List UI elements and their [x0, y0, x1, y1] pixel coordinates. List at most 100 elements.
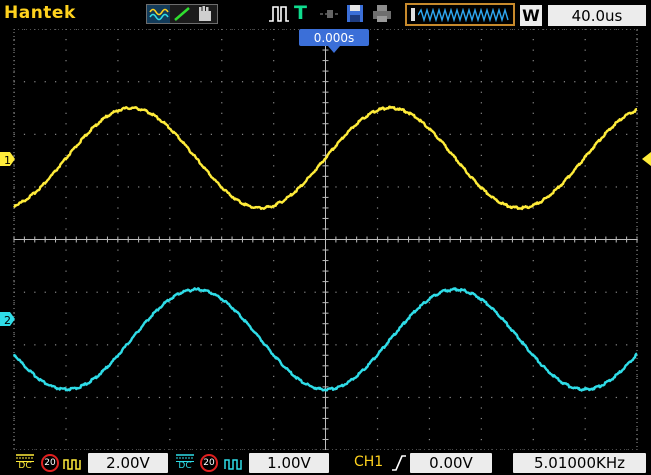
status-bar: DC 20 2.00V DC 20 1.00V CH1 0.00V 5.0100…	[0, 450, 651, 475]
grid-dot	[459, 396, 462, 399]
grid-dot	[428, 417, 431, 420]
grid-dot	[532, 91, 534, 93]
save-icon[interactable]	[346, 4, 364, 24]
grid-dot	[397, 344, 399, 346]
grid-dot	[273, 407, 275, 409]
grid-dot	[428, 228, 431, 230]
memory-window-indicator[interactable]	[411, 8, 415, 21]
grid-dot	[55, 186, 57, 188]
grid-dot	[584, 91, 586, 93]
grid-dot	[532, 417, 534, 420]
ch2-ground-marker[interactable]: 2	[0, 312, 15, 327]
ch1-volts-per-div[interactable]: 2.00V	[88, 453, 168, 473]
grid-dot	[397, 81, 399, 83]
grid-dot	[480, 354, 482, 356]
grid-dot	[408, 344, 410, 346]
grid-dot	[210, 396, 212, 399]
acquisition-mode-group[interactable]	[146, 4, 218, 24]
grid-dot	[408, 133, 410, 135]
grid-dot	[428, 154, 431, 156]
grid-dot	[532, 207, 534, 209]
grid-dot	[65, 49, 67, 51]
trigger-status-indicator: T	[294, 2, 307, 24]
grid-dot	[376, 291, 379, 293]
grid-dot	[428, 144, 431, 146]
grid-dot	[117, 112, 119, 114]
trigger-source[interactable]: CH1	[354, 454, 383, 470]
grid-dot	[428, 281, 431, 283]
grid-dot	[55, 291, 57, 293]
grid-dot	[594, 133, 597, 135]
grid-dot	[335, 396, 337, 399]
grid-dot	[221, 49, 223, 51]
ch1-bandwidth-limit-icon[interactable]: 20	[41, 454, 59, 472]
line-icon[interactable]	[170, 5, 193, 23]
grid-dot	[293, 291, 296, 293]
grid-dot	[44, 133, 46, 135]
grid-dot	[65, 428, 67, 430]
grid-dot	[65, 60, 67, 62]
grid-dot	[345, 396, 347, 399]
grid-dot	[480, 49, 482, 51]
print-icon[interactable]	[372, 4, 392, 24]
grid-dot	[584, 323, 586, 325]
grid-dot	[543, 291, 545, 293]
memory-depth-badge[interactable]: W	[520, 5, 542, 26]
ch2-probe-icon[interactable]	[224, 456, 244, 470]
trigger-position-label[interactable]: 0.000s	[299, 29, 369, 46]
grid-dot	[96, 396, 98, 399]
grid-dot	[387, 133, 389, 135]
grid-dot	[532, 165, 534, 167]
grid-dot	[65, 186, 67, 188]
grid-dot	[241, 186, 244, 188]
grid-dot	[169, 102, 171, 104]
trigger-level-marker[interactable]	[642, 152, 651, 166]
ch2-coupling-indicator[interactable]: DC	[176, 454, 194, 471]
grid-dot	[522, 81, 524, 83]
grid-dot	[65, 354, 67, 356]
grid-dot	[221, 344, 223, 346]
grid-dot	[574, 396, 576, 399]
memory-position-bar[interactable]	[405, 3, 515, 26]
trigger-edge-icon[interactable]	[268, 4, 290, 24]
grid-dot	[345, 186, 347, 188]
grid-dot	[532, 260, 534, 262]
grid-dot	[584, 81, 586, 83]
grid-dot	[65, 123, 67, 125]
grid-dot	[491, 133, 493, 135]
grid-dot	[75, 133, 77, 135]
grid-dot	[117, 323, 119, 325]
grid-dot	[65, 165, 67, 167]
grid-dot	[636, 228, 638, 230]
grid-dot	[158, 133, 161, 135]
grid-dot	[65, 407, 67, 409]
grid-dot	[376, 112, 379, 114]
trigger-level[interactable]: 0.00V	[410, 453, 492, 473]
grid-dot	[428, 60, 431, 62]
grid-dot	[273, 70, 275, 72]
waveform-icon[interactable]	[147, 5, 171, 23]
ch2-volts-per-div[interactable]: 1.00V	[249, 453, 329, 473]
grid-dot	[169, 39, 171, 41]
ch1-coupling-indicator[interactable]: DC	[16, 454, 34, 471]
grid-dot	[169, 312, 171, 314]
ch1-probe-icon[interactable]	[63, 456, 83, 470]
grid-dot	[117, 133, 119, 135]
grid-dot	[428, 39, 431, 41]
cursor-icon[interactable]	[318, 4, 342, 24]
ch1-ground-marker[interactable]: 1	[0, 152, 15, 167]
timebase-value[interactable]: 40.0us	[548, 5, 646, 26]
rising-edge-icon[interactable]	[391, 455, 407, 471]
grid-dot	[221, 112, 223, 114]
grid-dot	[273, 49, 275, 51]
grid-dot	[221, 365, 223, 367]
grid-dot	[262, 396, 264, 399]
grid-dot	[636, 60, 638, 62]
grid-dot	[532, 344, 534, 346]
ch2-bandwidth-limit-icon[interactable]: 20	[200, 454, 218, 472]
grid-dot	[376, 260, 379, 262]
grid-dot	[480, 196, 482, 199]
grid-dot	[480, 123, 482, 125]
hand-icon[interactable]	[194, 5, 217, 23]
grid-dot	[117, 228, 119, 230]
